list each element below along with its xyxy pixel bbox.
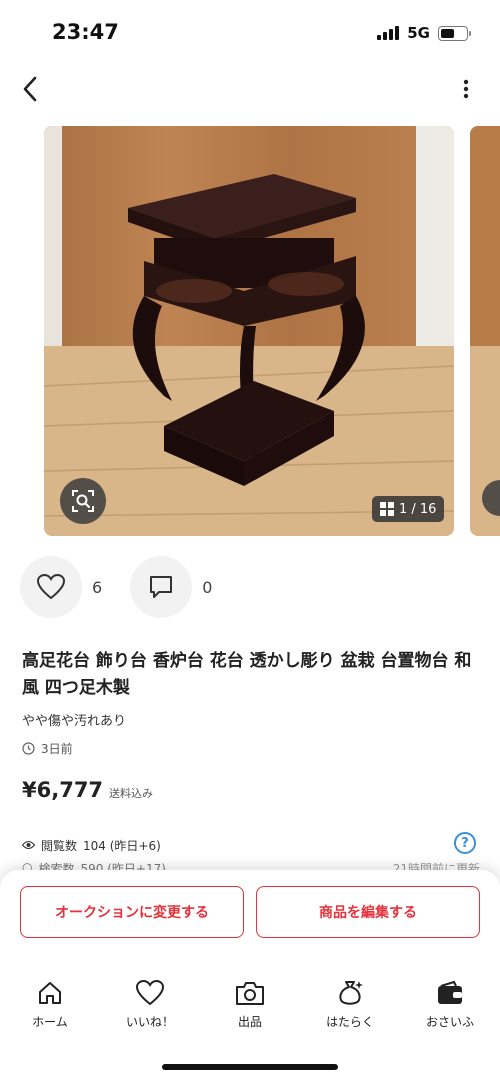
nav-bar: [0, 70, 500, 110]
tab-wallet-label: おさいふ: [425, 1015, 474, 1029]
chevron-left-icon: [23, 76, 37, 102]
product-photo[interactable]: [44, 126, 454, 536]
tab-work-label: はたらく: [326, 1015, 374, 1029]
photo-counter-text: 1 / 16: [399, 501, 437, 517]
clock-icon: [22, 742, 35, 755]
like-button[interactable]: [20, 556, 82, 618]
views-label: 閲覧数: [41, 838, 78, 853]
image-search-icon: [72, 490, 94, 512]
comment-icon: [150, 576, 173, 598]
like-count: 6: [92, 577, 103, 597]
status-time: 23:47: [52, 20, 119, 44]
photo-counter: 1 / 16: [372, 496, 445, 522]
photo-gallery[interactable]: 1 / 16: [0, 126, 500, 536]
price: ¥6,777: [22, 778, 104, 802]
tab-home[interactable]: ホーム: [5, 978, 95, 1038]
next-photo-preview[interactable]: [470, 126, 500, 536]
comment-button[interactable]: [130, 556, 193, 618]
more-button[interactable]: [452, 72, 480, 106]
bottom-panel: オークションに変更する 商品を編集する ホーム いいね！ 出品 はたらく おさい…: [0, 870, 500, 1080]
heart-icon: [135, 978, 165, 1008]
eye-icon: [22, 840, 35, 850]
status-indicators: 5G: [377, 24, 471, 42]
image-search-button[interactable]: [60, 478, 106, 524]
heart-icon: [37, 574, 65, 600]
camera-icon: [235, 978, 265, 1008]
tab-bar: ホーム いいね！ 出品 はたらく おさいふ: [0, 978, 500, 1038]
back-button[interactable]: [14, 72, 46, 106]
tab-wallet[interactable]: おさいふ: [405, 978, 495, 1038]
tab-likes[interactable]: いいね！: [105, 978, 195, 1038]
network-label: 5G: [407, 24, 430, 42]
wallet-icon: [435, 978, 465, 1008]
item-condition: やや傷や汚れあり: [22, 714, 127, 729]
more-vertical-icon: [463, 79, 469, 99]
engagement-row: 6 0: [20, 556, 240, 618]
signal-icon: [377, 26, 400, 40]
comment-count: 0: [202, 577, 213, 597]
home-icon: [35, 978, 65, 1008]
posted-time-text: 3日前: [41, 742, 73, 756]
tab-work[interactable]: はたらく: [305, 978, 395, 1038]
item-title: 高足花台 飾り台 香炉台 花台 透かし彫り 盆栽 台置物台 和風 四つ足木製: [22, 651, 472, 698]
tab-home-label: ホーム: [32, 1015, 68, 1029]
home-indicator: [162, 1064, 338, 1070]
grid-icon: [380, 502, 394, 516]
price-row: ¥6,777 送料込み: [22, 778, 153, 802]
tab-sell[interactable]: 出品: [205, 978, 295, 1038]
item-stats: 閲覧数 104 (昨日+6) ? ○ 検索数 590 (昨日+17) 21時間前…: [22, 832, 480, 872]
tab-sell-label: 出品: [237, 1015, 262, 1029]
change-to-auction-button[interactable]: オークションに変更する: [20, 886, 244, 938]
views-stat: 閲覧数 104 (昨日+6): [22, 836, 480, 854]
edit-item-button[interactable]: 商品を編集する: [256, 886, 480, 938]
battery-icon: [438, 25, 471, 41]
posted-time: 3日前: [22, 740, 73, 757]
shipping-note: 送料込み: [109, 787, 154, 800]
money-bag-icon: [335, 978, 365, 1008]
status-bar: 23:47 5G: [0, 0, 500, 62]
action-buttons: オークションに変更する 商品を編集する: [20, 886, 480, 938]
help-icon[interactable]: ?: [454, 832, 476, 854]
tab-likes-label: いいね！: [125, 1015, 174, 1029]
views-value: 104 (昨日+6): [83, 838, 161, 853]
